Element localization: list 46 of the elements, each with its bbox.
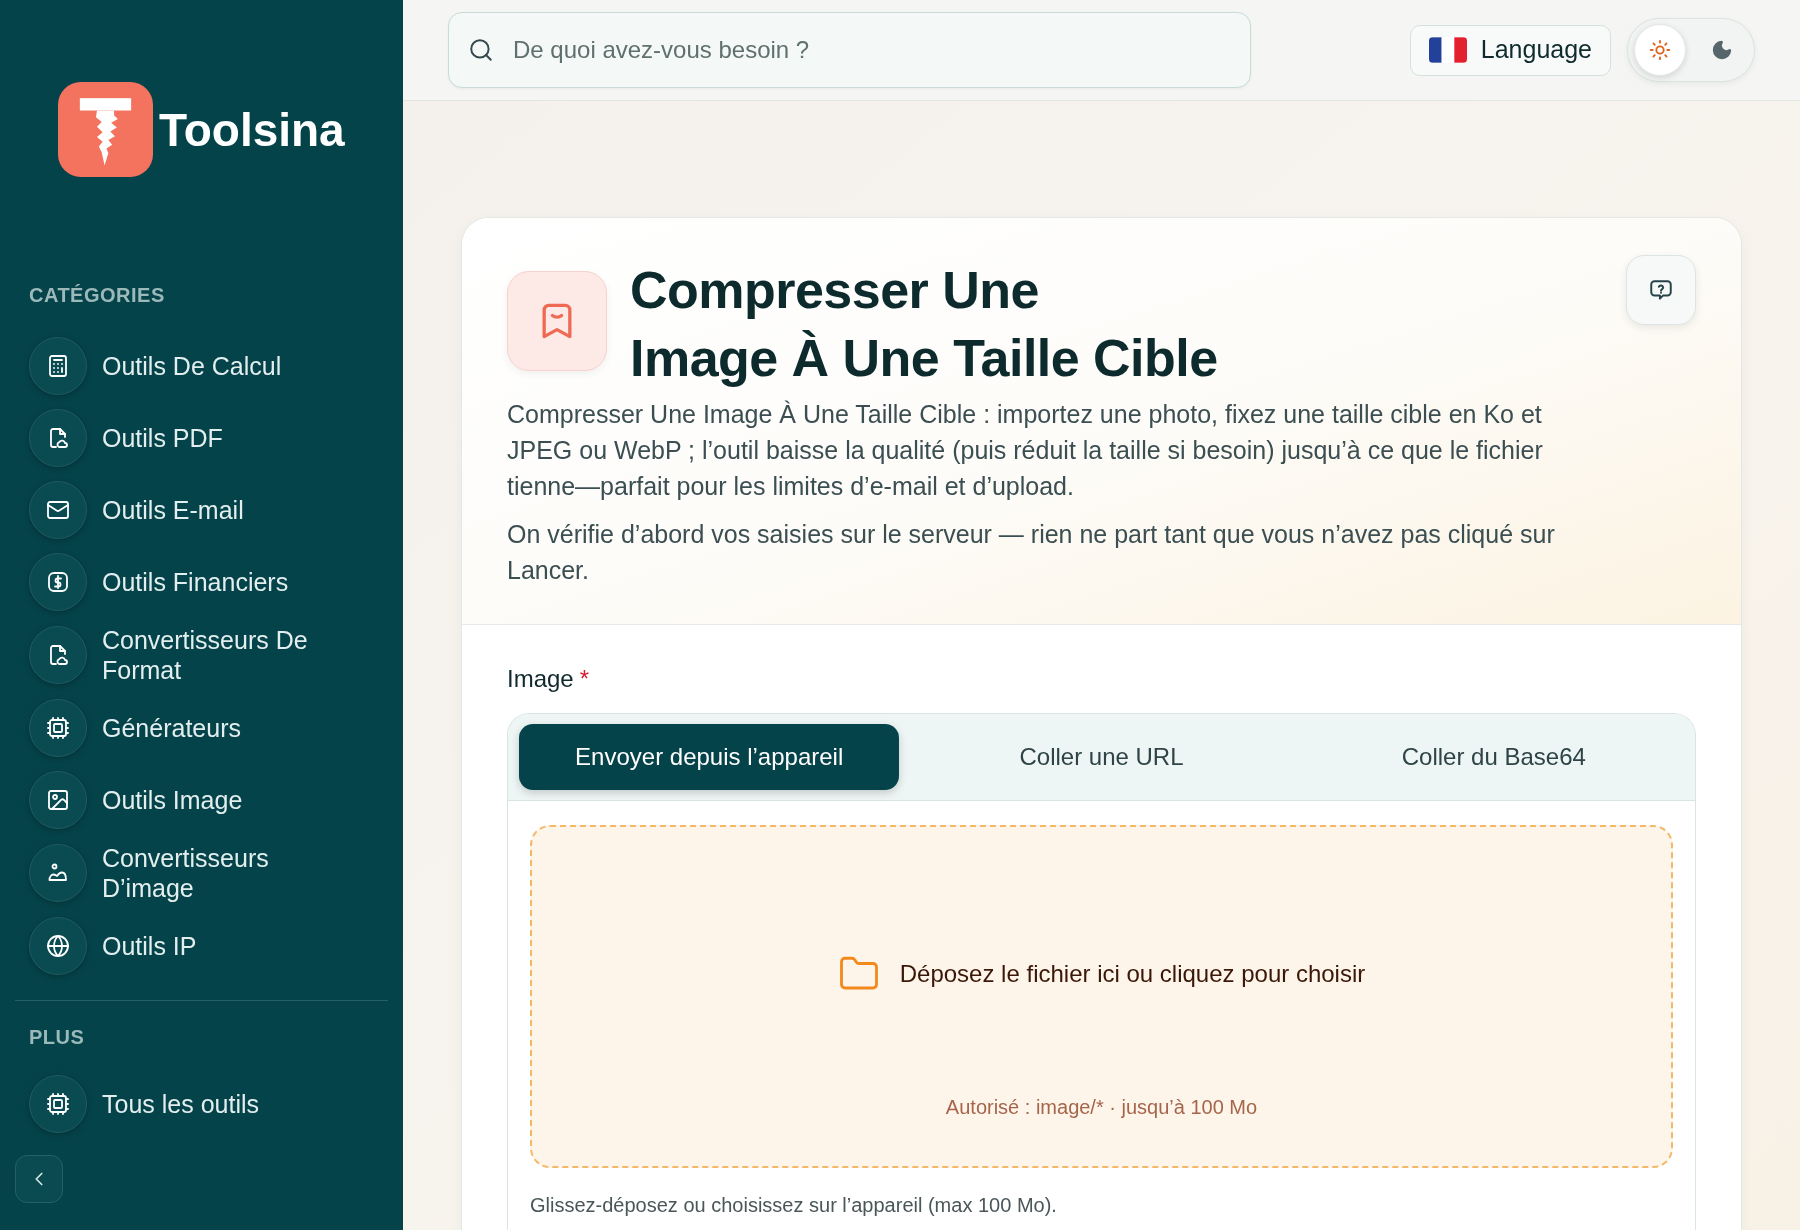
moon-icon — [1711, 39, 1733, 61]
dollar-icon — [29, 553, 87, 611]
tool-description: Compresser Une Image À Une Taille Cible : importez une photo, fixez une taille cible en Ko et JPEG ou WebP ; l’outil baisse la qualité (puis réduit la taille si besoin) jusqu’à ce que le fichier tienne—parfait pour les limites d’e-mail et d’upload. — [507, 399, 1544, 502]
calculator-icon — [29, 337, 87, 395]
tab[interactable]: Envoyer depuis l’appareil — [519, 724, 900, 790]
landscape-icon — [29, 844, 87, 902]
drop-prompt: Déposez le fichier ici ou cliquez pour choisir — [899, 959, 1366, 989]
sidebar-item[interactable]: Outils De Calcul — [29, 337, 374, 395]
upload-hint: Glissez-déposez ou choisissez sur l’appareil (max 100 Mo). — [530, 1193, 1058, 1217]
field-label: Image — [507, 664, 574, 694]
page-title: Compresser Une Image À Une Taille Cible — [630, 260, 1218, 389]
document-cloud-icon — [29, 626, 87, 684]
sidebar-item[interactable]: Outils E-mail — [29, 481, 374, 539]
sun-icon — [1649, 39, 1671, 61]
bookmark-icon — [507, 271, 607, 371]
sidebar-item[interactable]: Tous les outils — [29, 1075, 374, 1133]
tab[interactable]: Coller du Base64 — [1303, 724, 1684, 790]
image-icon — [29, 771, 87, 829]
sidebar-item[interactable]: Convertisseurs De Format — [29, 625, 374, 685]
tab[interactable]: Coller une URL — [911, 724, 1292, 790]
section-heading: CATÉGORIES — [29, 284, 165, 306]
language-button[interactable]: Language — [1409, 24, 1611, 76]
brand-name: Toolsina — [159, 102, 345, 158]
search-icon — [468, 37, 494, 63]
globe-icon — [29, 917, 87, 975]
screw-icon — [58, 82, 153, 177]
light-mode-button[interactable] — [1634, 24, 1686, 76]
tool-description: On vérifie d’abord vos saisies sur le serveur — rien ne part tant que vous n’avez pas cliqué sur Lancer. — [507, 519, 1556, 586]
mail-icon — [29, 481, 87, 539]
sidebar-item[interactable]: Outils Financiers — [29, 553, 374, 611]
document-cloud-icon — [29, 409, 87, 467]
sidebar-item[interactable]: Outils PDF — [29, 409, 374, 467]
sidebar-item[interactable]: Outils IP — [29, 917, 374, 975]
help-button[interactable] — [1626, 255, 1696, 325]
sidebar-item[interactable]: Convertisseurs D’image — [29, 843, 374, 903]
allowed-types-hint: Autorisé : image/* · jusqu’à 100 Mo — [945, 1095, 1258, 1119]
sidebar-item[interactable]: Générateurs — [29, 699, 374, 757]
required-mark: * — [579, 664, 590, 694]
flag-icon — [1428, 37, 1467, 63]
sidebar-item[interactable]: Outils Image — [29, 771, 374, 829]
section-heading: PLUS — [29, 1026, 85, 1048]
chip-icon — [29, 699, 87, 757]
chip-icon — [29, 1075, 87, 1133]
file-drop-zone[interactable]: Déposez le fichier ici ou cliquez pour choisir Autorisé : image/* · jusqu’à 100 Mo — [530, 825, 1673, 1168]
question-bubble-icon — [1648, 277, 1674, 303]
search-field[interactable]: De quoi avez-vous besoin ? — [448, 12, 1251, 88]
